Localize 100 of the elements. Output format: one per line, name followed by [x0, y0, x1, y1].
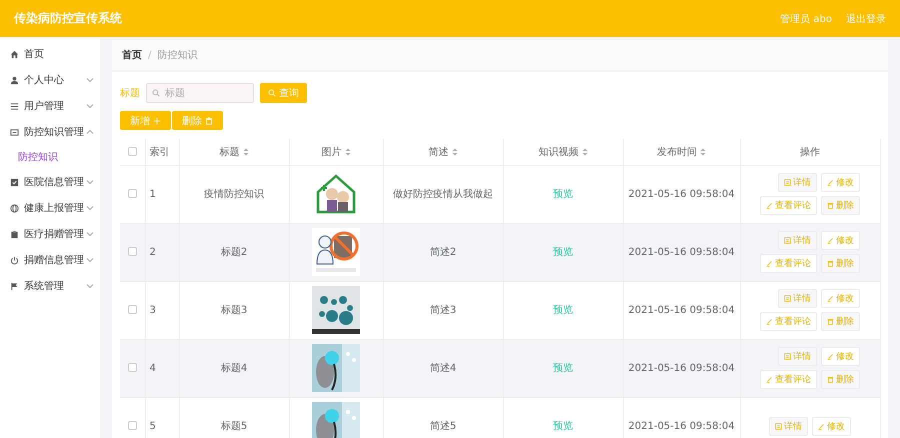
table-cell: 2021-05-16 09:58:04 — [628, 304, 735, 316]
add-button[interactable]: 新增 — [120, 111, 171, 130]
column-heading[interactable]: 图片 — [289, 139, 383, 165]
breadcrumb-current: 防控知识 — [157, 48, 198, 62]
sidebar-subitem[interactable]: 防控知识 — [0, 145, 100, 169]
comments-button[interactable]: 查看评论 — [760, 370, 817, 389]
sidebar-item[interactable]: 个人中心 — [0, 67, 100, 93]
sort-icon[interactable] — [242, 148, 248, 156]
row-checkbox[interactable] — [128, 421, 137, 430]
table-cell: 疫情防控知识 — [204, 189, 264, 200]
delete-button[interactable]: 删除 — [172, 111, 223, 130]
delete-button[interactable]: 删除 — [821, 196, 860, 215]
edit-button[interactable]: 修改 — [821, 289, 860, 308]
pen-icon — [766, 202, 773, 209]
row-index: 2 — [150, 246, 156, 258]
row-checkbox[interactable] — [128, 189, 137, 198]
trash-icon — [827, 202, 834, 209]
preview-link[interactable]: 预览 — [553, 421, 573, 432]
comments-button[interactable]: 查看评论 — [760, 312, 817, 331]
sidebar-item[interactable]: 系统管理 — [0, 273, 100, 299]
comments-button[interactable]: 查看评论 — [760, 254, 817, 273]
table-cell: 标题3 — [220, 305, 248, 316]
flag-icon — [10, 282, 19, 290]
logout-link[interactable]: 退出登录 — [846, 12, 886, 26]
comments-button[interactable]: 查看评论 — [760, 196, 817, 215]
app-title: 传染病防控宣传系统 — [14, 10, 123, 27]
details-button[interactable]: 详情 — [778, 347, 817, 366]
delete-button[interactable]: 删除 — [821, 312, 860, 331]
details-button[interactable]: 详情 — [778, 231, 817, 250]
row-index: 5 — [150, 420, 156, 432]
person-icon — [10, 76, 19, 84]
details-button[interactable]: 详情 — [769, 416, 808, 436]
pen-icon — [827, 237, 834, 244]
sidebar-item[interactable]: 捐赠信息管理 — [0, 247, 100, 273]
details-button[interactable]: 详情 — [778, 173, 817, 192]
table-cell: 简述3 — [430, 305, 456, 316]
plus-icon — [153, 116, 161, 124]
edit-button[interactable]: 修改 — [812, 416, 851, 436]
sidebar-item[interactable]: 首页 — [0, 41, 100, 67]
pen-icon — [827, 353, 834, 360]
document-icon — [784, 237, 791, 244]
edit-button[interactable]: 修改 — [821, 173, 860, 192]
column-heading: 索引 — [145, 139, 179, 165]
checklist-icon — [10, 178, 19, 186]
trash-icon — [827, 318, 834, 325]
sidebar-item[interactable]: 医院信息管理 — [0, 169, 100, 195]
table-cell: 简述4 — [430, 363, 456, 374]
trash-icon — [827, 260, 834, 267]
row-index: 4 — [150, 362, 156, 374]
message-icon — [10, 128, 19, 136]
delete-button[interactable]: 删除 — [821, 370, 860, 389]
row-checkbox[interactable] — [128, 247, 137, 256]
user-name: 管理员 abo — [780, 12, 832, 26]
search-field[interactable]: 标题 — [146, 83, 254, 103]
edit-button[interactable]: 修改 — [821, 347, 860, 366]
row-checkbox[interactable] — [128, 305, 137, 314]
pen-icon — [766, 376, 773, 383]
column-heading[interactable]: 标题 — [179, 139, 289, 165]
sort-icon[interactable] — [344, 148, 350, 156]
search-button[interactable]: 查询 — [260, 83, 307, 103]
column-heading[interactable]: 简述 — [383, 139, 503, 165]
column-heading[interactable]: 知识视频 — [503, 139, 623, 165]
details-button[interactable]: 详情 — [778, 289, 817, 308]
power-icon — [10, 256, 19, 264]
search-icon — [268, 89, 276, 97]
trash-icon — [827, 376, 834, 383]
preview-link[interactable]: 预览 — [553, 305, 573, 316]
table-cell: 标题4 — [220, 363, 248, 374]
sidebar-item[interactable]: 医疗捐赠管理 — [0, 221, 100, 247]
pen-icon — [827, 179, 834, 186]
row-index: 3 — [150, 304, 156, 316]
sort-icon[interactable] — [700, 148, 706, 156]
row-index: 1 — [150, 188, 156, 200]
table-cell: 简述5 — [430, 421, 456, 432]
sort-icon[interactable] — [582, 148, 588, 156]
breadcrumb-link[interactable]: 首页 — [122, 48, 142, 62]
column-heading[interactable]: 发布时间 — [623, 139, 740, 165]
delete-button[interactable]: 删除 — [821, 254, 860, 273]
sort-icon[interactable] — [452, 148, 458, 156]
document-icon — [784, 295, 791, 302]
trash-icon — [205, 116, 213, 124]
globe-icon — [10, 204, 19, 212]
preview-link[interactable]: 预览 — [553, 363, 573, 374]
preview-link[interactable]: 预览 — [553, 189, 573, 200]
sidebar-item[interactable]: 用户管理 — [0, 93, 100, 119]
sidebar-item[interactable]: 健康上报管理 — [0, 195, 100, 221]
row-checkbox[interactable] — [128, 363, 137, 372]
preview-link[interactable]: 预览 — [553, 247, 573, 258]
edit-button[interactable]: 修改 — [821, 231, 860, 250]
select-all-checkbox[interactable] — [128, 147, 137, 156]
table-cell: 2021-05-16 09:58:04 — [628, 188, 735, 200]
list-icon — [10, 102, 19, 110]
search-label: 标题 — [120, 86, 140, 100]
document-icon — [784, 179, 791, 186]
clipboard-icon — [10, 230, 19, 238]
home-icon — [10, 50, 19, 58]
table-cell: 2021-05-16 09:58:04 — [628, 362, 735, 374]
sidebar-item[interactable]: 防控知识管理 — [0, 119, 100, 145]
table-cell: 做好防控疫情从我做起 — [393, 189, 493, 200]
document-icon — [784, 353, 791, 360]
